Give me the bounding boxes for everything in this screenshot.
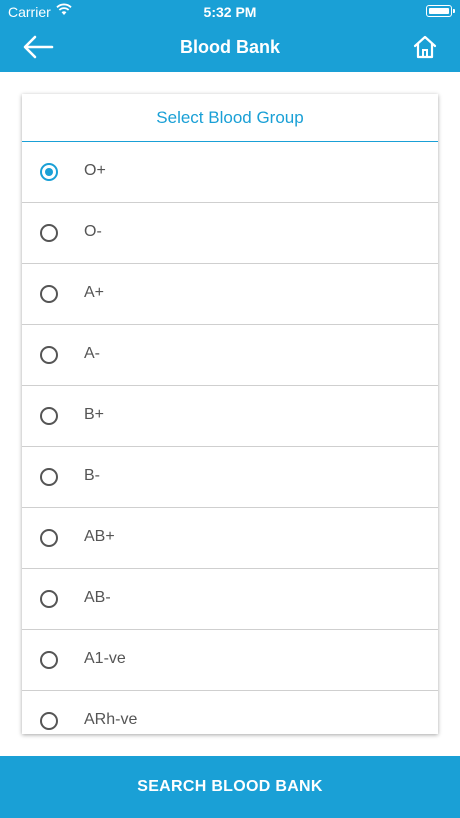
page-title: Blood Bank <box>179 37 280 57</box>
radio-button[interactable] <box>40 590 58 608</box>
option-label: A1-ve <box>84 650 126 667</box>
battery-icon <box>426 5 455 17</box>
option-label: B+ <box>84 406 105 423</box>
app-header: Carrier 5:32 PM Blood Bank <box>0 0 460 72</box>
blood-group-option[interactable]: A- <box>22 325 438 386</box>
option-label: O- <box>84 223 102 240</box>
search-blood-bank-button[interactable]: SEARCH BLOOD BANK <box>0 756 460 818</box>
radio-button[interactable] <box>40 285 58 303</box>
option-label: B- <box>84 467 100 484</box>
blood-group-option[interactable]: AB+ <box>22 508 438 569</box>
radio-button[interactable] <box>40 163 58 181</box>
radio-button[interactable] <box>40 468 58 486</box>
blood-group-option[interactable]: O- <box>22 203 438 264</box>
option-label: A+ <box>84 284 105 301</box>
blood-group-option[interactable]: AB- <box>22 569 438 630</box>
option-label: AB+ <box>84 528 115 545</box>
radio-button[interactable] <box>40 712 58 730</box>
blood-group-list: O+ O- A+ A- B+ B- AB+ AB- A1-ve ARh-ve <box>22 142 438 734</box>
radio-button[interactable] <box>40 346 58 364</box>
option-label: O+ <box>84 162 106 179</box>
radio-button[interactable] <box>40 651 58 669</box>
nav-bar: Blood Bank <box>0 24 460 72</box>
status-bar: Carrier 5:32 PM <box>0 0 460 24</box>
blood-group-option[interactable]: A+ <box>22 264 438 325</box>
blood-group-option[interactable]: O+ <box>22 142 438 203</box>
radio-button[interactable] <box>40 224 58 242</box>
blood-group-option[interactable]: B- <box>22 447 438 508</box>
option-label: A- <box>84 345 100 362</box>
option-label: ARh-ve <box>84 711 138 728</box>
blood-group-card: Select Blood Group O+ O- A+ A- B+ B- AB+ AB- A1-… <box>22 94 438 734</box>
blood-group-option[interactable]: B+ <box>22 386 438 447</box>
radio-button[interactable] <box>40 407 58 425</box>
card-heading: Select Blood Group <box>22 94 438 142</box>
status-time: 5:32 PM <box>203 4 257 20</box>
blood-group-option[interactable]: A1-ve <box>22 630 438 691</box>
home-icon[interactable] <box>412 34 438 60</box>
option-label: AB- <box>84 589 111 606</box>
blood-group-option[interactable]: ARh-ve <box>22 691 438 734</box>
radio-button[interactable] <box>40 529 58 547</box>
